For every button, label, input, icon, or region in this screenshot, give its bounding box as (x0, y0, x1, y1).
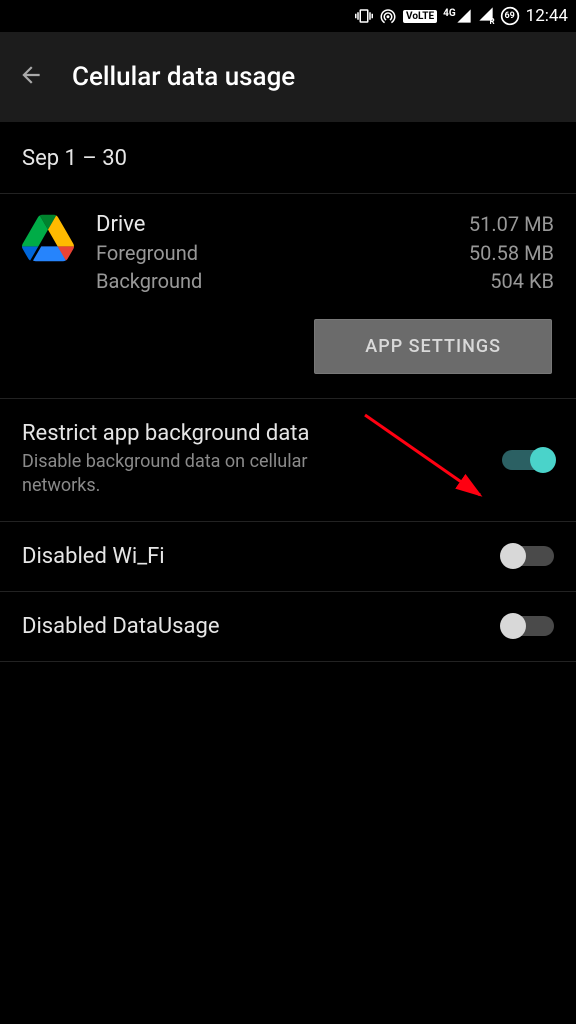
arrow-back-icon (18, 62, 44, 88)
foreground-label: Foreground (96, 241, 198, 265)
app-info: Drive 51.07 MB Foreground 50.58 MB Backg… (96, 212, 554, 293)
page-title: Cellular data usage (72, 62, 295, 92)
restrict-background-switch[interactable] (502, 450, 554, 470)
vibrate-icon (355, 7, 373, 25)
date-range[interactable]: Sep 1 – 30 (0, 122, 576, 193)
app-name: Drive (96, 212, 145, 237)
app-usage-section: Drive 51.07 MB Foreground 50.58 MB Backg… (0, 194, 576, 399)
background-value: 504 KB (490, 269, 554, 293)
toggle-title: Restrict app background data (22, 421, 484, 446)
clock: 12:44 (526, 6, 568, 26)
back-button[interactable] (18, 62, 44, 92)
app-row: Drive 51.07 MB Foreground 50.58 MB Backg… (0, 194, 576, 303)
date-section: Sep 1 – 30 (0, 122, 576, 194)
drive-app-icon (22, 212, 74, 264)
restrict-background-row[interactable]: Restrict app background data Disable bac… (0, 399, 576, 522)
disabled-wifi-row[interactable]: Disabled Wi_Fi (0, 522, 576, 592)
disabled-datausage-row[interactable]: Disabled DataUsage (0, 592, 576, 662)
signal-1-icon (456, 8, 472, 24)
toggle-title: Disabled DataUsage (22, 614, 484, 639)
toggle-title: Disabled Wi_Fi (22, 544, 484, 569)
hotspot-icon (379, 7, 397, 25)
toggle-desc: Disable background data on cellular netw… (22, 450, 382, 499)
disabled-wifi-switch[interactable] (502, 546, 554, 566)
volte-badge: VoLTE (403, 10, 437, 23)
header: Cellular data usage (0, 32, 576, 122)
app-total-usage: 51.07 MB (469, 212, 554, 236)
disabled-datausage-switch[interactable] (502, 616, 554, 636)
foreground-value: 50.58 MB (469, 241, 554, 265)
battery-icon: 69 (500, 6, 520, 26)
network-type: 4G (443, 8, 456, 19)
status-bar: VoLTE 4G R 69 12:44 (0, 0, 576, 32)
app-settings-button[interactable]: APP SETTINGS (314, 319, 552, 374)
background-label: Background (96, 269, 202, 293)
